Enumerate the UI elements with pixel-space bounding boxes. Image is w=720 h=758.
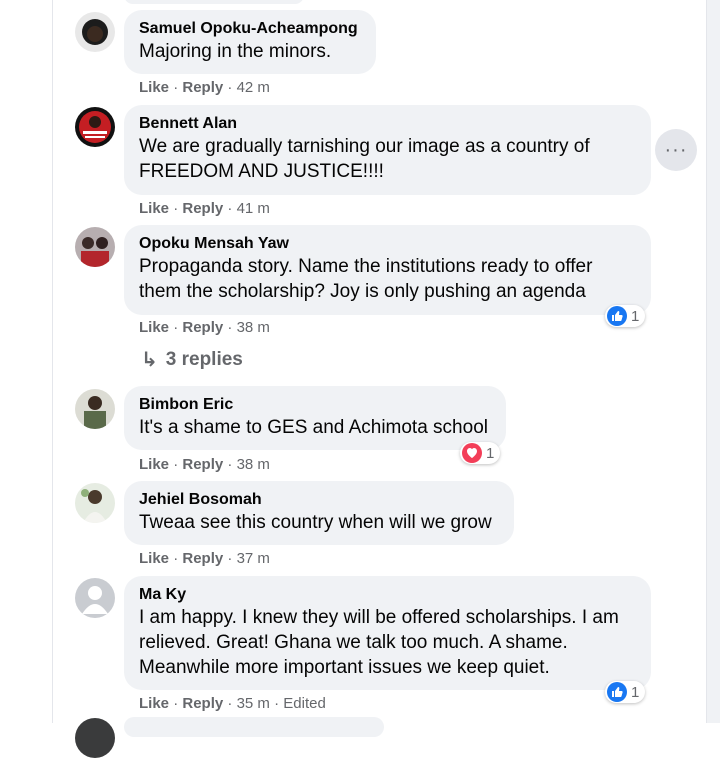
reply-button[interactable]: Reply — [182, 456, 223, 473]
comment-actions: Like · Reply · 41 m — [139, 200, 270, 217]
feed-left-border — [52, 0, 53, 723]
more-horizontal-icon: ··· — [664, 138, 688, 161]
next-comment-avatar — [75, 718, 115, 758]
comment-bubble: Jehiel Bosomah Tweaa see this country wh… — [124, 481, 514, 545]
comment-text: It's a shame to GES and Achimota school — [139, 417, 488, 438]
comment-author[interactable]: Jehiel Bosomah — [139, 489, 500, 510]
separator: · — [173, 550, 183, 567]
comment-author[interactable]: Opoku Mensah Yaw — [139, 233, 637, 254]
edited-label[interactable]: Edited — [283, 695, 326, 712]
like-icon — [607, 682, 627, 702]
separator: · — [227, 319, 237, 336]
separator: · — [274, 695, 284, 712]
avatar[interactable] — [75, 107, 115, 147]
view-replies-link[interactable]: ↳ 3 replies — [141, 347, 243, 372]
comment-timestamp[interactable]: 38 m — [237, 319, 270, 336]
separator: · — [227, 550, 237, 567]
reaction-count: 1 — [486, 444, 495, 462]
reaction-count: 1 — [631, 307, 640, 325]
avatar[interactable] — [75, 483, 115, 523]
comment-text: Propaganda story. Name the institutions … — [139, 256, 593, 302]
like-button[interactable]: Like — [139, 79, 169, 96]
reply-button[interactable]: Reply — [182, 550, 223, 567]
separator: · — [173, 200, 183, 217]
separator: · — [227, 456, 237, 473]
comment-actions: Like · Reply · 38 m — [139, 456, 270, 473]
love-icon — [462, 443, 482, 463]
comment-timestamp[interactable]: 38 m — [237, 456, 270, 473]
avatar[interactable] — [75, 227, 115, 267]
comment-author[interactable]: Bennett Alan — [139, 113, 637, 134]
comment-author[interactable]: Bimbon Eric — [139, 394, 492, 415]
comment-text: Tweaa see this country when will we grow — [139, 512, 492, 533]
comment-author[interactable]: Samuel Opoku-Acheampong — [139, 18, 362, 39]
like-button[interactable]: Like — [139, 550, 169, 567]
comment-text: Majoring in the minors. — [139, 41, 332, 62]
separator: · — [173, 79, 183, 96]
avatar[interactable] — [75, 578, 115, 618]
comment-actions: Like · Reply · 38 m — [139, 319, 270, 336]
like-button[interactable]: Like — [139, 200, 169, 217]
reaction-summary[interactable]: 1 — [460, 442, 501, 464]
next-comment-bubble — [124, 717, 384, 737]
reply-button[interactable]: Reply — [182, 695, 223, 712]
replies-label: 3 replies — [165, 348, 243, 370]
like-icon — [607, 306, 627, 326]
separator: · — [227, 695, 237, 712]
separator: · — [173, 695, 183, 712]
comment-bubble: Samuel Opoku-Acheampong Majoring in the … — [124, 10, 376, 74]
comment-bubble: Opoku Mensah Yaw Propaganda story. Name … — [124, 225, 651, 315]
comment-actions: Like · Reply · 37 m — [139, 550, 270, 567]
like-button[interactable]: Like — [139, 695, 169, 712]
like-button[interactable]: Like — [139, 456, 169, 473]
comment-bubble: Bennett Alan We are gradually tarnishing… — [124, 105, 651, 195]
scrollbar-track[interactable] — [707, 0, 720, 723]
reaction-count: 1 — [631, 683, 640, 701]
comment-bubble: Ma Ky I am happy. I knew they will be of… — [124, 576, 651, 690]
reaction-summary[interactable]: 1 — [605, 681, 646, 703]
comment-actions: Like · Reply · 42 m — [139, 79, 270, 96]
comment-text: We are gradually tarnishing our image as… — [139, 136, 590, 182]
comment-actions: Like · Reply · 35 m · Edited — [139, 695, 326, 712]
comment-text: I am happy. I knew they will be offered … — [139, 607, 619, 678]
comment-author[interactable]: Ma Ky — [139, 584, 637, 605]
comment-timestamp[interactable]: 42 m — [237, 79, 270, 96]
reply-button[interactable]: Reply — [182, 79, 223, 96]
separator: · — [173, 319, 183, 336]
separator: · — [227, 79, 237, 96]
like-button[interactable]: Like — [139, 319, 169, 336]
comment-timestamp[interactable]: 37 m — [237, 550, 270, 567]
comment-bubble: Bimbon Eric It's a shame to GES and Achi… — [124, 386, 506, 450]
previous-comment-bubble — [124, 0, 304, 4]
comment-timestamp[interactable]: 41 m — [237, 200, 270, 217]
separator: · — [173, 456, 183, 473]
avatar[interactable] — [75, 12, 115, 52]
reply-arrow-icon: ↳ — [141, 349, 158, 371]
comment-timestamp[interactable]: 35 m — [237, 695, 270, 712]
reply-button[interactable]: Reply — [182, 200, 223, 217]
separator: · — [227, 200, 237, 217]
more-options-button[interactable]: ··· — [655, 129, 697, 171]
avatar[interactable] — [75, 389, 115, 429]
reply-button[interactable]: Reply — [182, 319, 223, 336]
reaction-summary[interactable]: 1 — [605, 305, 646, 327]
